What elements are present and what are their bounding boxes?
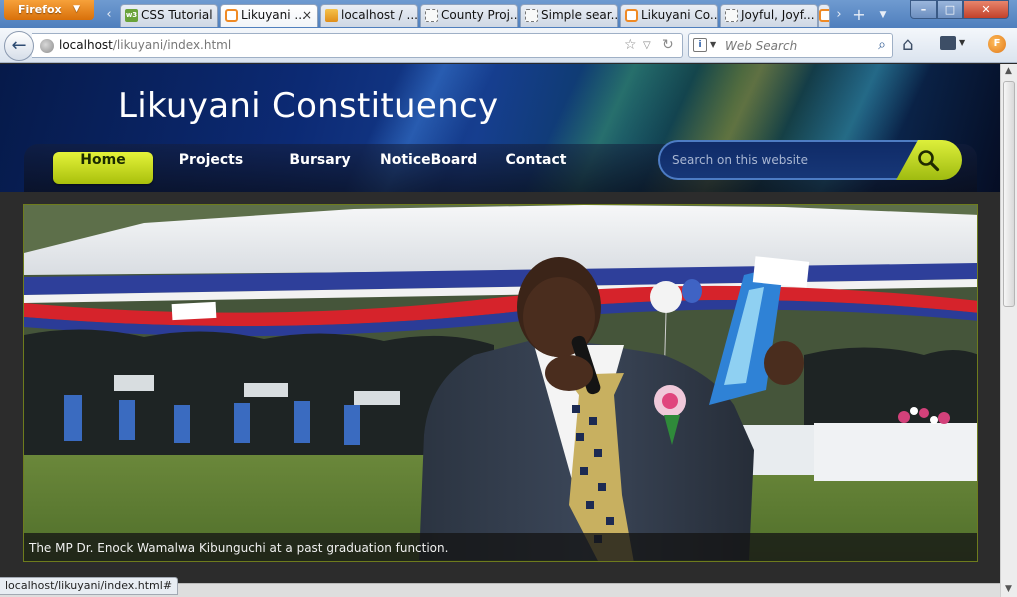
scroll-down-icon[interactable]: ▼ [1005,584,1012,594]
scrollbar-thumb[interactable] [1003,81,1015,307]
tab-joyful[interactable]: Joyful, Joyf... [720,4,818,27]
nav-bursary[interactable]: Bursary [276,152,364,184]
search-icon[interactable]: ⌕ [878,37,886,53]
back-arrow-icon[interactable]: ← [4,31,34,61]
list-tabs-icon[interactable]: ▼ [876,6,890,24]
tab-scroll-right-icon[interactable]: › [832,6,846,24]
tab-title: CSS Tutorial [141,8,213,22]
browser-navbar: localhost/likuyani/index.html ☆ ▽ ↻ ← i … [0,28,1017,63]
page-icon [625,9,638,22]
nav-projects[interactable]: Projects [165,152,257,184]
page-content: The MP Dr. Enock Wamalwa Kibunguchi at a… [0,192,1000,597]
bookmark-star-icon[interactable]: ☆ [624,37,637,53]
scroll-up-icon[interactable]: ▲ [1005,66,1012,76]
magnifier-icon[interactable] [916,148,940,172]
blank-page-icon [425,9,438,22]
tab-title: localhost / ... [341,8,418,22]
bookmarks-icon[interactable] [940,36,956,50]
w3schools-icon: w3 [125,9,138,22]
status-url-tooltip: localhost/likuyani/index.html# [0,577,179,595]
firefox-menu-button[interactable]: Firefox ▼ [4,0,94,20]
url-host: localhost [59,38,113,52]
tab-likuyani-co[interactable]: Likuyani Co... [620,4,718,27]
blank-page-icon [725,9,738,22]
nav-noticeboard[interactable]: NoticeBoard [380,152,477,184]
site-search-input[interactable]: Search on this website [658,140,918,180]
web-search-placeholder: Web Search [725,39,798,53]
site-title: Likuyani Constituency [118,86,499,126]
site-search: Search on this website [658,140,962,180]
nav-contact[interactable]: Contact [496,152,576,184]
nav-home[interactable]: Home [53,152,153,184]
tab-county-projects[interactable]: County Proj... [420,4,518,27]
url-bar[interactable]: localhost/likuyani/index.html ☆ ▽ ↻ [32,33,683,58]
tab-css-tutorial[interactable]: w3 CSS Tutorial [120,4,218,27]
firefox-menu-label: Firefox [18,3,62,16]
window-controls: – □ ✕ [910,0,1009,19]
tab-title: Joyful, Joyf... [741,8,815,22]
slideshow[interactable]: The MP Dr. Enock Wamalwa Kibunguchi at a… [23,204,978,562]
chevron-down-icon: ▼ [73,4,80,14]
page-icon [819,9,829,22]
chevron-down-icon[interactable]: ▼ [959,38,965,47]
tab-title: Likuyani ... [241,8,306,22]
new-tab-icon[interactable]: + [852,6,866,24]
search-engine-icon[interactable]: i [693,38,707,52]
tab-overflow[interactable] [818,4,830,27]
chevron-down-icon[interactable]: ▼ [710,40,716,49]
slideshow-caption: The MP Dr. Enock Wamalwa Kibunguchi at a… [24,533,977,561]
addon-icon[interactable]: F [988,35,1006,53]
history-dropdown-icon[interactable]: ▽ [643,40,651,51]
vertical-scrollbar[interactable]: ▲ ▼ [1000,64,1017,597]
reload-icon[interactable]: ↻ [662,37,674,53]
web-search-bar[interactable]: i ▼ Web Search ⌕ [688,33,893,58]
browser-titlebar: Firefox ▼ ‹ w3 CSS Tutorial Likuyani ...… [0,0,1017,28]
tab-title: Simple sear... [541,8,618,22]
tab-title: County Proj... [441,8,518,22]
slideshow-photo [24,205,977,561]
url-path: /likuyani/index.html [112,38,232,52]
page-viewport: Likuyani Constituency Home Projects Burs… [0,64,1000,597]
tab-scroll-left-icon[interactable]: ‹ [102,6,116,24]
tab-phpmyadmin[interactable]: localhost / ... [320,4,418,27]
tab-simple-search[interactable]: Simple sear... [520,4,618,27]
site-search-placeholder: Search on this website [672,153,809,167]
phpmyadmin-icon [325,9,338,22]
tab-title: Likuyani Co... [641,8,718,22]
minimize-icon[interactable]: – [910,0,937,19]
home-icon[interactable]: ⌂ [902,34,913,55]
tab-likuyani-active[interactable]: Likuyani ... × [220,4,318,27]
site-header: Likuyani Constituency Home Projects Burs… [0,64,1000,192]
maximize-icon[interactable]: □ [937,0,963,19]
window-close-icon[interactable]: ✕ [963,0,1009,19]
page-icon [225,9,238,22]
blank-page-icon [525,9,538,22]
caption-text: The MP Dr. Enock Wamalwa Kibunguchi at a… [29,541,449,555]
close-tab-icon[interactable]: × [302,5,312,26]
url-text[interactable]: localhost/likuyani/index.html [59,38,231,52]
globe-icon [40,39,54,53]
